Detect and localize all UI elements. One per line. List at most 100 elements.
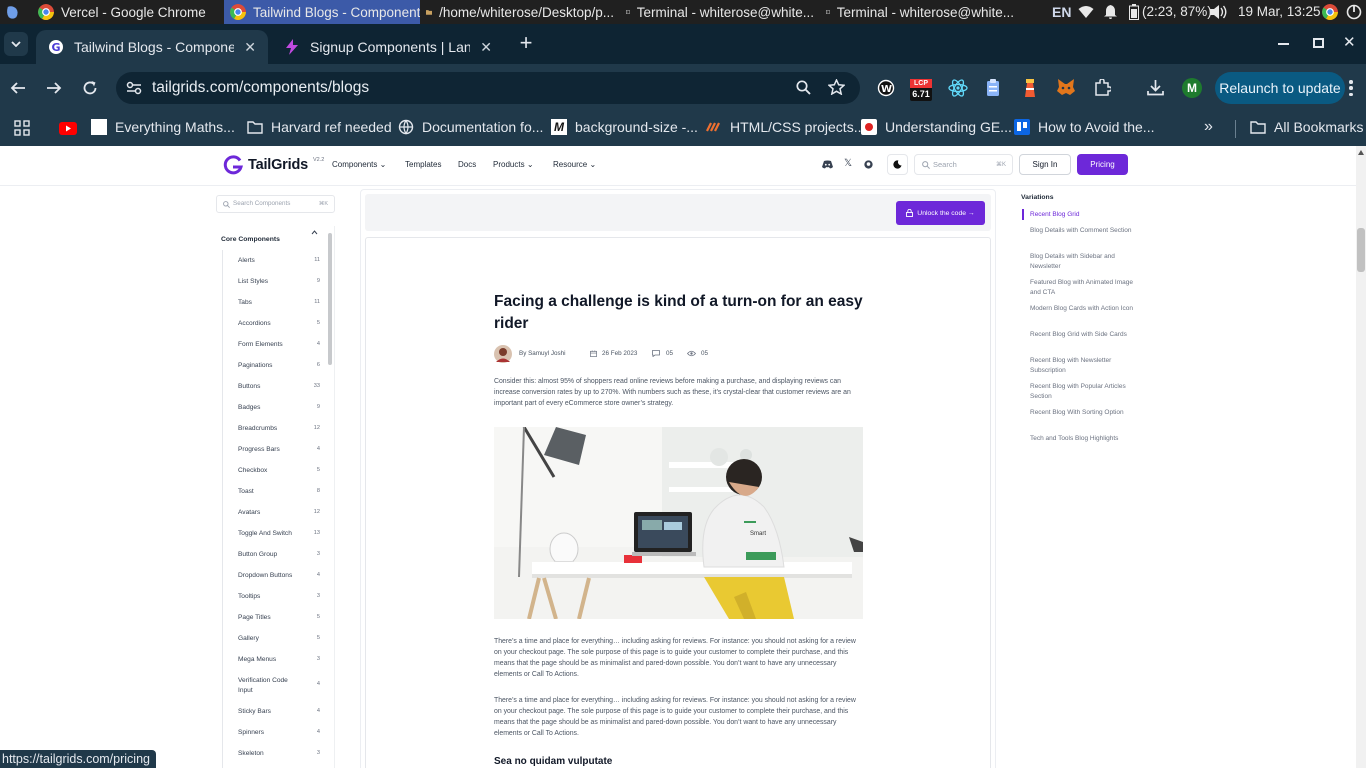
bookmark-harvard-ref[interactable]: Harvard ref needed (247, 119, 392, 135)
sidebar-search-input[interactable]: Search Components ⌘K (216, 195, 335, 213)
power-icon[interactable] (1346, 4, 1362, 20)
sidebar-item-badges[interactable]: Badges 9 (238, 403, 320, 413)
sidebar-item-gallery[interactable]: Gallery 5 (238, 634, 320, 644)
app-menu-icon[interactable] (0, 0, 24, 24)
sidebar-item-progress-bars[interactable]: Progress Bars 4 (238, 445, 320, 455)
sidebar-scrollbar[interactable] (328, 233, 332, 365)
clipboard-extension-icon[interactable] (985, 79, 1001, 97)
core-components-group-header[interactable]: Core Components (221, 228, 318, 246)
close-window-button[interactable]: ✕ (1343, 33, 1356, 51)
sidebar-item-skeleton[interactable]: Skeleton 3 (238, 749, 320, 759)
all-bookmarks-button[interactable]: All Bookmarks (1250, 119, 1363, 135)
address-bar[interactable]: tailgrids.com/components/blogs (116, 72, 860, 104)
nav-docs[interactable]: Docs (458, 160, 476, 169)
keyboard-language[interactable]: EN (1052, 4, 1071, 20)
variation-link-5[interactable]: Modern Blog Cards with Action Icon (1030, 304, 1134, 314)
sidebar-item-page-titles[interactable]: Page Titles 5 (238, 613, 320, 623)
react-devtools-icon[interactable] (948, 79, 968, 97)
sidebar-item-form-elements[interactable]: Form Elements 4 (238, 340, 320, 350)
sidebar-item-accordions[interactable]: Accordions 5 (238, 319, 320, 329)
bookmark-everything-maths[interactable]: Everything Maths... (91, 119, 235, 135)
variation-link-4[interactable]: Featured Blog with Animated Image and CT… (1030, 278, 1134, 298)
maximize-window-button[interactable] (1313, 38, 1324, 48)
nav-components[interactable]: Components ⌄ (332, 160, 386, 169)
tab-signup-components[interactable]: Signup Components | Landin ✕ (272, 30, 504, 64)
variation-link-8[interactable]: Recent Blog with Popular Articles Sectio… (1030, 382, 1134, 402)
sidebar-item-toast[interactable]: Toast 8 (238, 487, 320, 497)
minimize-window-button[interactable] (1278, 43, 1289, 45)
reload-icon[interactable] (82, 80, 98, 96)
os-clock[interactable]: 19 Mar, 13:25 (1238, 4, 1321, 19)
sidebar-item-checkbox[interactable]: Checkbox 5 (238, 466, 320, 476)
close-tab-icon[interactable]: ✕ (480, 39, 492, 56)
tab-tailwind-blogs[interactable]: G Tailwind Blogs - Components ✕ (36, 30, 268, 64)
nav-products[interactable]: Products ⌄ (493, 160, 534, 169)
sidebar-item-toggle-and-switch[interactable]: Toggle And Switch 13 (238, 529, 320, 539)
more-bookmarks-icon[interactable]: » (1204, 118, 1213, 136)
pricing-button[interactable]: Pricing (1077, 154, 1128, 175)
sidebar-item-dropdown-buttons[interactable]: Dropdown Buttons 4 (238, 571, 320, 581)
github-icon[interactable] (864, 160, 873, 169)
variation-link-7[interactable]: Recent Blog with Newsletter Subscription (1030, 356, 1134, 376)
sidebar-item-spinners[interactable]: Spinners 4 (238, 728, 320, 738)
tab-search-button[interactable] (4, 32, 28, 56)
x-twitter-icon[interactable]: 𝕏 (844, 158, 852, 169)
chrome-icon[interactable] (1322, 4, 1338, 20)
nav-templates[interactable]: Templates (405, 160, 441, 169)
tailgrids-logo[interactable]: TailGrids V2.2 (223, 155, 324, 175)
youtube-icon[interactable] (59, 122, 77, 135)
profile-avatar[interactable]: M (1182, 78, 1202, 98)
scroll-up-arrow[interactable] (1358, 150, 1364, 155)
sidebar-item-breadcrumbs[interactable]: Breadcrumbs 12 (238, 424, 320, 434)
variation-link-9[interactable]: Recent Blog With Sorting Option (1030, 408, 1134, 418)
sidebar-item-verification-code-input[interactable]: Verification Code Input 4 (238, 676, 320, 696)
search-icon[interactable] (796, 80, 811, 95)
sidebar-item-mega-menus[interactable]: Mega Menus 3 (238, 655, 320, 665)
sign-in-button[interactable]: Sign In (1019, 154, 1071, 175)
volume-icon[interactable] (1210, 5, 1228, 19)
sidebar-item-button-group[interactable]: Button Group 3 (238, 550, 320, 560)
variation-link-2[interactable]: Blog Details with Comment Section (1030, 226, 1134, 236)
extensions-puzzle-icon[interactable] (1094, 79, 1111, 96)
variation-link-3[interactable]: Blog Details with Sidebar and Newsletter (1030, 252, 1134, 272)
variation-link-1[interactable]: Recent Blog Grid (1030, 210, 1134, 220)
nav-resource[interactable]: Resource ⌄ (553, 160, 596, 169)
sidebar-item-avatars[interactable]: Avatars 12 (238, 508, 320, 518)
sidebar-item-buttons[interactable]: Buttons 33 (238, 382, 320, 392)
apps-grid-icon[interactable] (14, 120, 30, 136)
notification-bell-icon[interactable] (1104, 5, 1117, 19)
task-tailwind-blogs[interactable]: Tailwind Blogs - Component... (224, 0, 420, 24)
sidebar-item-paginations[interactable]: Paginations 6 (238, 361, 320, 371)
page-scrollbar[interactable] (1356, 146, 1366, 768)
discord-icon[interactable] (822, 160, 833, 169)
bookmark-background-size[interactable]: M background-size -... (551, 119, 698, 135)
close-tab-icon[interactable]: ✕ (244, 39, 256, 56)
sidebar-item-alerts[interactable]: Alerts 11 (238, 256, 320, 266)
new-tab-button[interactable]: + (516, 31, 536, 55)
browser-menu-icon[interactable] (1349, 80, 1353, 96)
task-terminal-1[interactable]: Terminal - whiterose@white... (620, 0, 820, 24)
task-vercel[interactable]: Vercel - Google Chrome (24, 0, 224, 24)
task-file-manager[interactable]: /home/whiterose/Desktop/p... (420, 0, 620, 24)
variation-link-6[interactable]: Recent Blog Grid with Side Cards (1030, 330, 1134, 340)
wifi-icon[interactable] (1078, 5, 1094, 19)
theme-toggle-button[interactable] (887, 154, 908, 175)
sidebar-item-list-styles[interactable]: List Styles 9 (238, 277, 320, 287)
bookmark-understanding-ge[interactable]: Understanding GE... (861, 119, 1012, 135)
relaunch-update-button[interactable]: Relaunch to update (1215, 72, 1345, 104)
back-arrow-icon[interactable] (10, 80, 26, 96)
variation-link-10[interactable]: Tech and Tools Blog Highlights (1030, 434, 1134, 444)
bookmark-star-icon[interactable] (828, 79, 845, 95)
lcp-extension-badge[interactable]: LCP 6.71 (910, 79, 932, 101)
task-terminal-2[interactable]: Terminal - whiterose@white... (820, 0, 1020, 24)
sidebar-item-tooltips[interactable]: Tooltips 3 (238, 592, 320, 602)
battery-icon[interactable] (1129, 4, 1139, 20)
sidebar-item-sticky-bars[interactable]: Sticky Bars 4 (238, 707, 320, 717)
metamask-extension-icon[interactable] (1057, 79, 1075, 96)
sidebar-item-tabs[interactable]: Tabs 11 (238, 298, 320, 308)
site-search-input[interactable]: Search ⌘K (914, 154, 1013, 175)
forward-arrow-icon[interactable] (46, 80, 62, 96)
scroll-thumb[interactable] (1357, 228, 1365, 272)
bookmark-how-to-avoid[interactable]: How to Avoid the... (1014, 119, 1154, 135)
lighthouse-extension-icon[interactable] (1022, 78, 1038, 98)
